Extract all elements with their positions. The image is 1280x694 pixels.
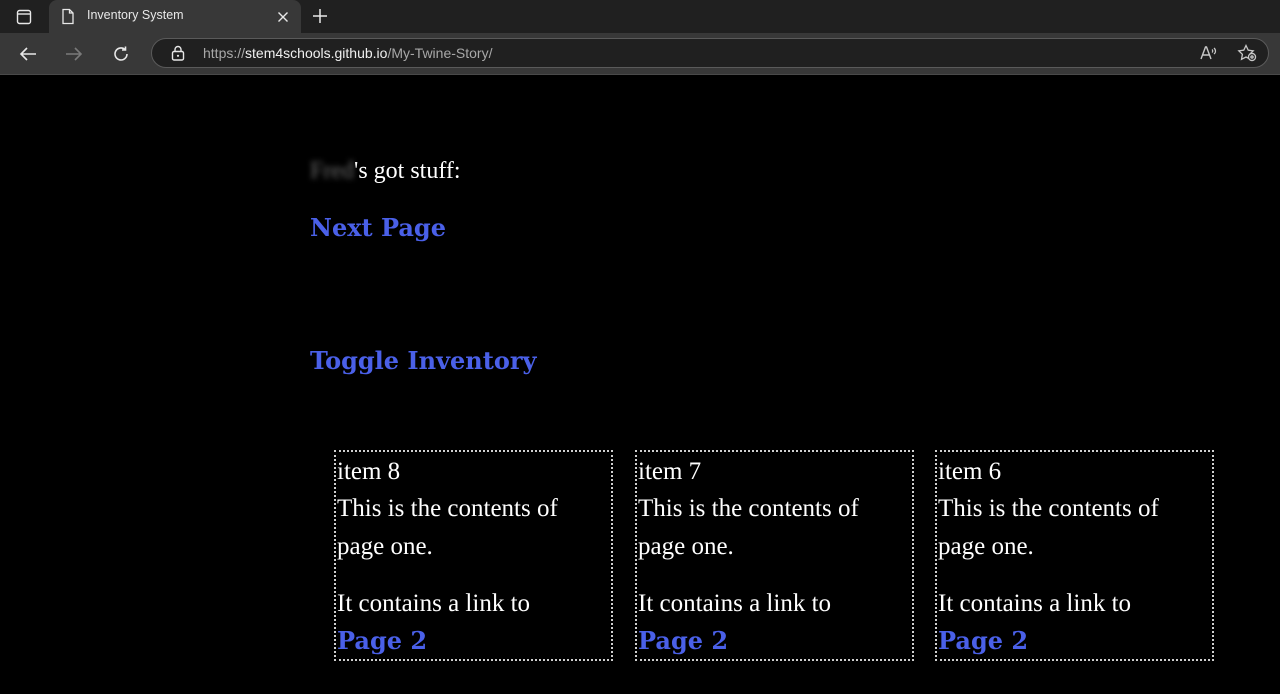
page-icon [61,8,75,29]
page-2-link[interactable]: Page 2 [638,623,912,659]
address-bar[interactable]: https://stem4schools.github.io/My-Twine-… [151,38,1269,68]
page-2-link[interactable]: Page 2 [938,623,1212,659]
active-tab[interactable]: Inventory System [49,0,301,33]
inventory-item: item 8 This is the contents of page one.… [334,450,613,661]
item-contains-text: It contains a link to [938,590,1132,617]
item-title: item 8 [337,458,401,485]
story-page: Fred's got stuff: Next Page Toggle Inven… [0,75,1280,694]
tab-title: Inventory System [87,8,184,22]
item-contents: This is the contents of page one. [337,495,558,560]
page-2-link[interactable]: Page 2 [337,623,611,659]
inventory-item: item 7 This is the contents of page one.… [635,450,914,661]
refresh-icon[interactable] [110,43,132,65]
browser-toolbar: https://stem4schools.github.io/My-Twine-… [0,33,1280,75]
toggle-inventory-link[interactable]: Toggle Inventory [310,346,536,375]
forward-arrow-icon[interactable] [63,43,85,65]
inventory-heading: Fred's got stuff: [310,158,461,184]
url-text: https://stem4schools.github.io/My-Twine-… [203,45,493,61]
add-favorite-icon[interactable] [1237,43,1257,66]
item-title: item 7 [638,458,702,485]
close-tab-icon[interactable] [275,9,291,25]
next-page-link[interactable]: Next Page [310,213,446,242]
tab-bar: Inventory System [0,0,1280,33]
tab-actions-icon[interactable] [14,8,34,26]
item-title: item 6 [938,458,1002,485]
player-name: Fred [310,158,354,184]
item-contents: This is the contents of page one. [938,495,1159,560]
item-contents: This is the contents of page one. [638,495,859,560]
back-arrow-icon[interactable] [17,43,39,65]
new-tab-icon[interactable] [310,6,330,26]
item-contains-text: It contains a link to [638,590,832,617]
item-contains-text: It contains a link to [337,590,531,617]
lock-icon[interactable] [171,45,185,65]
read-aloud-icon[interactable] [1199,44,1217,66]
inventory-item: item 6 This is the contents of page one.… [935,450,1214,661]
